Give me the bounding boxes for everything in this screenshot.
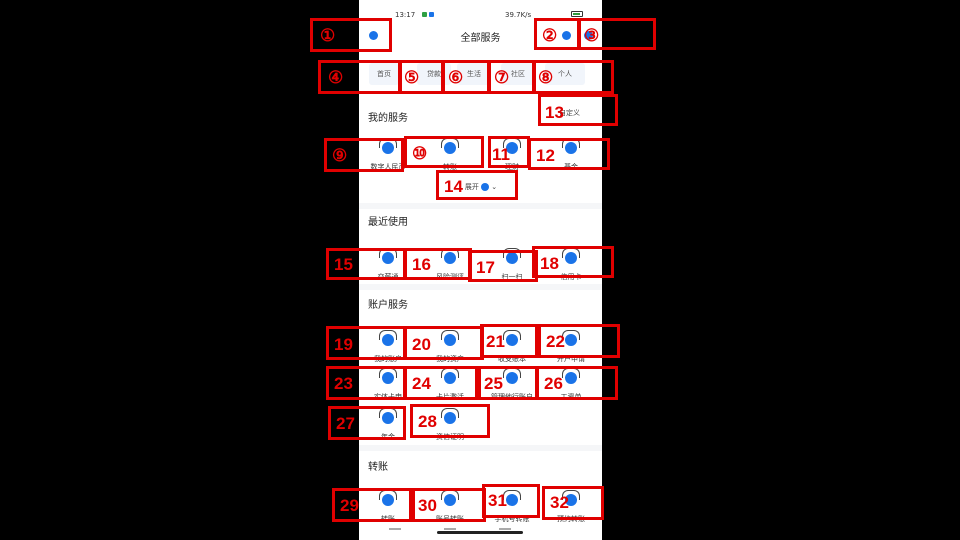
nav-indicator (444, 528, 456, 530)
annotation-label: ⑨ (332, 146, 348, 165)
section-divider (359, 445, 602, 451)
battery-icon (571, 11, 583, 17)
home-indicator (437, 531, 523, 534)
annotation-label: ③ (584, 26, 600, 45)
status-time: 13:17 (395, 11, 416, 19)
annotation-label: ⑤ (404, 68, 420, 87)
annotation-label: 30 (418, 496, 437, 515)
nav-indicator (499, 528, 511, 530)
annotation-label: ④ (328, 68, 344, 87)
annotation-label: 31 (488, 491, 507, 510)
annotation-label: 16 (412, 255, 431, 274)
annotation-label: ⑦ (494, 68, 510, 87)
annotation-label: 15 (334, 255, 353, 274)
network-speed: 39.7K/s (505, 11, 532, 19)
annotation-label: ⑩ (412, 144, 428, 163)
annotation-label: 25 (484, 374, 503, 393)
section-divider (359, 203, 602, 209)
annotation-label: 27 (336, 414, 355, 433)
my-services-title: 我的服务 (368, 113, 408, 124)
annotation-label: 20 (412, 335, 431, 354)
annotation-label: 32 (550, 493, 569, 512)
annotation-label: 18 (540, 254, 559, 273)
account-services-title: 账户服务 (368, 300, 408, 311)
annotation-label: ⑧ (538, 68, 554, 87)
annotation-label: 29 (340, 496, 359, 515)
annotation-label: 28 (418, 412, 437, 431)
annotation-label: ⑥ (448, 68, 464, 87)
annotation-label: ② (542, 26, 558, 45)
notification-icon (422, 12, 427, 17)
annotation-label: 19 (334, 335, 353, 354)
annotation-label: 12 (536, 146, 555, 165)
notification-icon (429, 12, 434, 17)
recent-title: 最近使用 (368, 217, 408, 228)
section-divider (359, 284, 602, 290)
annotation-label: 11 (492, 145, 510, 164)
annotation-label: 14 (444, 177, 463, 196)
annotation-label: 22 (546, 332, 565, 351)
annotation-label: ① (320, 26, 336, 45)
annotation-label: 13 (545, 103, 564, 122)
transfer-title: 转账 (368, 462, 388, 473)
annotation-label: 26 (544, 374, 563, 393)
annotation-label: 24 (412, 374, 431, 393)
annotation-label: 21 (486, 332, 505, 351)
nav-indicator (389, 528, 401, 530)
annotation-label: 17 (476, 258, 495, 277)
annotation-label: 23 (334, 374, 353, 393)
